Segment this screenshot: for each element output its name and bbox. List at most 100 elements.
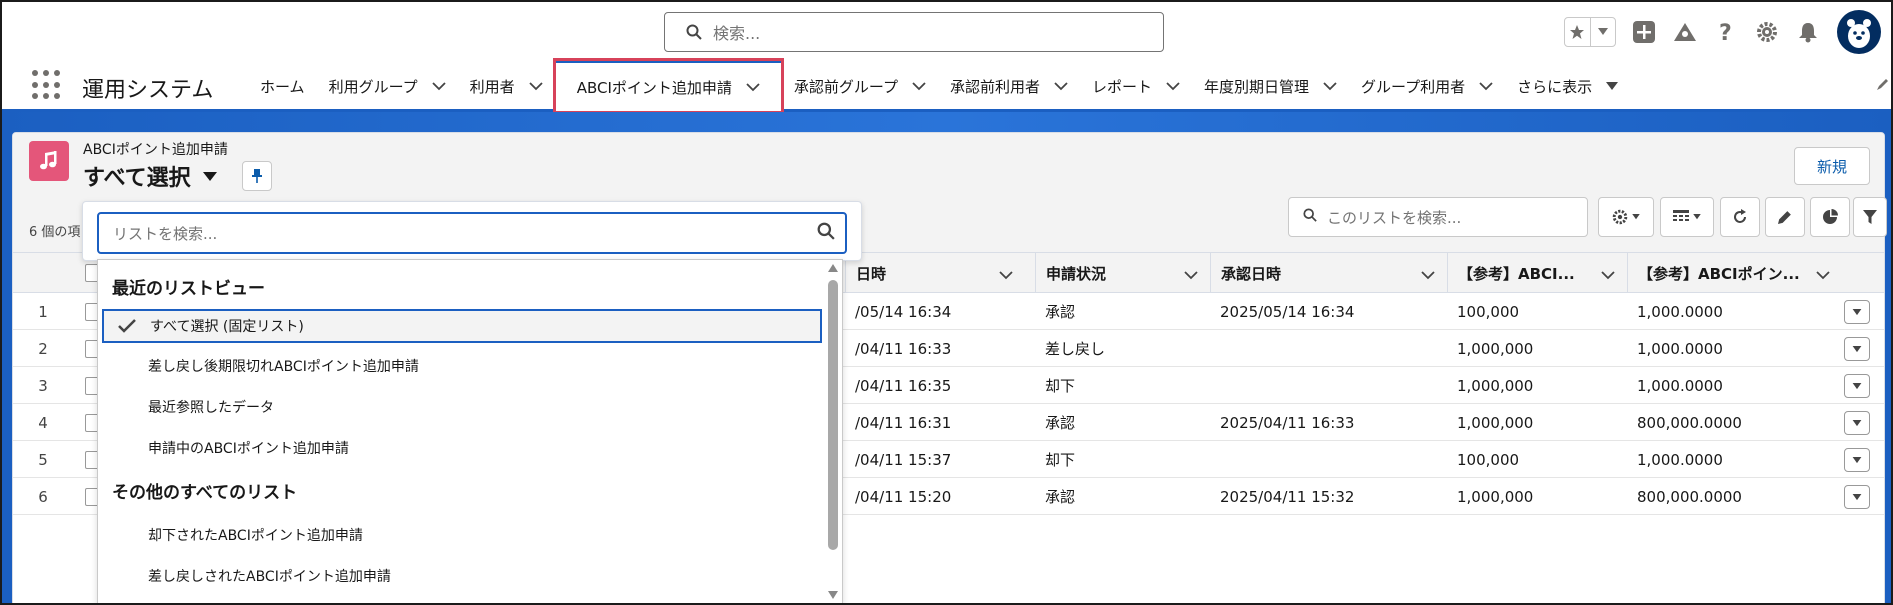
nav-item-reports[interactable]: レポート — [1080, 60, 1192, 112]
caret-down-icon — [1606, 82, 1619, 90]
chevron-down-icon[interactable] — [529, 79, 543, 93]
refresh-button[interactable] — [1720, 197, 1760, 237]
list-view-option[interactable]: 最近参照したデータ — [102, 390, 822, 424]
list-view-search-input[interactable]: リストを検索... — [97, 212, 847, 254]
chevron-down-icon[interactable] — [432, 79, 446, 93]
cell-date: /04/11 15:20 — [855, 487, 952, 506]
scroll-down-icon[interactable] — [828, 591, 838, 599]
chevron-down-icon — [1852, 382, 1862, 389]
column-header-label: 【参考】ABCIポイン... — [1638, 264, 1800, 283]
pin-button[interactable] — [242, 161, 272, 191]
pin-icon — [252, 169, 262, 183]
new-button[interactable]: 新規 — [1794, 147, 1870, 185]
chevron-down-icon — [1852, 493, 1862, 500]
gear-icon[interactable] — [1754, 19, 1780, 45]
app-name: 運用システム — [82, 78, 214, 103]
chevron-down-icon[interactable] — [1479, 79, 1493, 93]
column-header-ref-abci-points[interactable]: 【参考】ABCIポイン... — [1627, 253, 1842, 293]
scrollbar[interactable] — [824, 260, 842, 603]
chevron-down-icon[interactable] — [1601, 266, 1615, 284]
chevron-down-icon[interactable] — [746, 81, 760, 95]
nav-item-groups[interactable]: 利用グループ — [317, 60, 458, 112]
chevron-down-icon — [1852, 345, 1862, 352]
row-number: 3 — [38, 376, 48, 395]
refresh-icon — [1734, 209, 1746, 223]
chevron-down-icon[interactable] — [999, 266, 1013, 284]
trailhead-icon[interactable] — [1672, 19, 1698, 45]
row-number: 6 — [38, 487, 48, 506]
list-view-option[interactable]: すべて選択 (固定リスト) — [102, 309, 822, 343]
list-search-input[interactable]: このリストを検索... — [1288, 197, 1588, 237]
display-as-button[interactable] — [1660, 197, 1714, 237]
list-view-option-label: 差し戻しされたABCIポイント追加申請 — [148, 569, 391, 585]
list-view-option[interactable]: 差し戻し後期限切れABCIポイント追加申請 — [102, 349, 822, 383]
nav-item-group-users[interactable]: グループ利用者 — [1349, 60, 1505, 112]
cell-ref2: 1,000.0000 — [1637, 450, 1723, 469]
column-header-status[interactable]: 申請状況 — [1035, 253, 1210, 293]
cell-ref2: 800,000.0000 — [1637, 487, 1742, 506]
chevron-down-icon[interactable] — [1054, 79, 1068, 93]
gear-icon — [1612, 209, 1628, 225]
nav-item-pending-users[interactable]: 承認前利用者 — [938, 60, 1080, 112]
chevron-down-icon[interactable] — [1323, 79, 1337, 93]
row-actions-button[interactable] — [1844, 485, 1870, 509]
nav-item-abci-point-request[interactable]: ABCIポイント追加申請 — [552, 58, 784, 114]
row-actions-button[interactable] — [1844, 300, 1870, 324]
nav-item-annual-deadlines[interactable]: 年度別期日管理 — [1192, 60, 1349, 112]
row-actions-button[interactable] — [1844, 411, 1870, 435]
cell-status: 差し戻し — [1045, 340, 1106, 358]
global-search-placeholder: 検索... — [713, 24, 761, 43]
filter-icon — [1863, 210, 1877, 224]
inline-edit-button[interactable] — [1765, 197, 1805, 237]
global-header: 検索... ? — [2, 2, 1891, 60]
chevron-down-icon[interactable] — [1421, 266, 1435, 284]
charts-button[interactable] — [1810, 197, 1850, 237]
chevron-down-icon[interactable] — [1591, 28, 1616, 36]
scrollbar-thumb[interactable] — [828, 280, 838, 550]
recent-lists-heading: 最近のリストビュー — [112, 279, 265, 299]
column-header-approved-at[interactable]: 承認日時 — [1210, 253, 1447, 293]
chevron-down-icon[interactable] — [1184, 266, 1198, 284]
cell-status: 承認 — [1045, 414, 1076, 432]
cell-ref2: 800,000.0000 — [1637, 413, 1742, 432]
cell-date: /04/11 16:35 — [855, 376, 952, 395]
filter-button[interactable] — [1853, 197, 1887, 237]
star-icon[interactable] — [1565, 18, 1591, 46]
cell-date: /05/14 16:34 — [855, 302, 952, 321]
nav-item-users[interactable]: 利用者 — [458, 60, 555, 112]
add-icon[interactable] — [1631, 19, 1657, 45]
nav-item-label: ホーム — [260, 77, 305, 96]
column-header-label: 【参考】ABCI... — [1458, 264, 1575, 283]
list-view-option[interactable]: 差し戻しされたABCIポイント追加申請 — [102, 559, 822, 593]
nav-item-home[interactable]: ホーム — [248, 60, 317, 112]
scroll-up-icon[interactable] — [828, 264, 838, 272]
bell-icon[interactable] — [1795, 19, 1821, 45]
row-actions-button[interactable] — [1844, 448, 1870, 472]
chevron-down-icon[interactable] — [1816, 266, 1830, 284]
global-search-input[interactable]: 検索... — [664, 12, 1164, 52]
nav-item-pending-groups[interactable]: 承認前グループ — [782, 60, 938, 112]
avatar-icon[interactable] — [1837, 10, 1881, 54]
column-header-ref-abci[interactable]: 【参考】ABCI... — [1447, 253, 1627, 293]
row-actions-button[interactable] — [1844, 374, 1870, 398]
nav-more-button[interactable]: さらに表示 — [1505, 60, 1630, 112]
list-view-option[interactable]: 申請中のABCIポイント追加申請 — [102, 431, 822, 465]
list-search-placeholder: このリストを検索... — [1327, 208, 1462, 227]
row-actions-button[interactable] — [1844, 337, 1870, 361]
list-view-option-label: 却下されたABCIポイント追加申請 — [148, 528, 363, 544]
app-launcher-icon[interactable] — [32, 70, 62, 100]
nav-item-label: 利用グループ — [328, 77, 418, 96]
list-view-option[interactable]: 却下されたABCIポイント追加申請 — [102, 518, 822, 552]
chevron-down-icon[interactable] — [1166, 79, 1180, 93]
help-icon[interactable]: ? — [1713, 19, 1739, 45]
list-settings-button[interactable] — [1598, 197, 1654, 237]
cell-approved: 2025/05/14 16:34 — [1220, 302, 1355, 321]
column-header-date[interactable]: 日時 — [845, 253, 1025, 293]
favorites-button[interactable] — [1564, 17, 1616, 47]
list-view-selector[interactable]: すべて選択 — [83, 160, 217, 192]
chevron-down-icon[interactable] — [912, 79, 926, 93]
edit-nav-icon[interactable] — [1877, 78, 1889, 94]
cell-approved: 2025/04/11 15:32 — [1220, 487, 1355, 506]
pencil-icon — [1778, 211, 1791, 224]
caret-down-icon — [202, 171, 217, 181]
